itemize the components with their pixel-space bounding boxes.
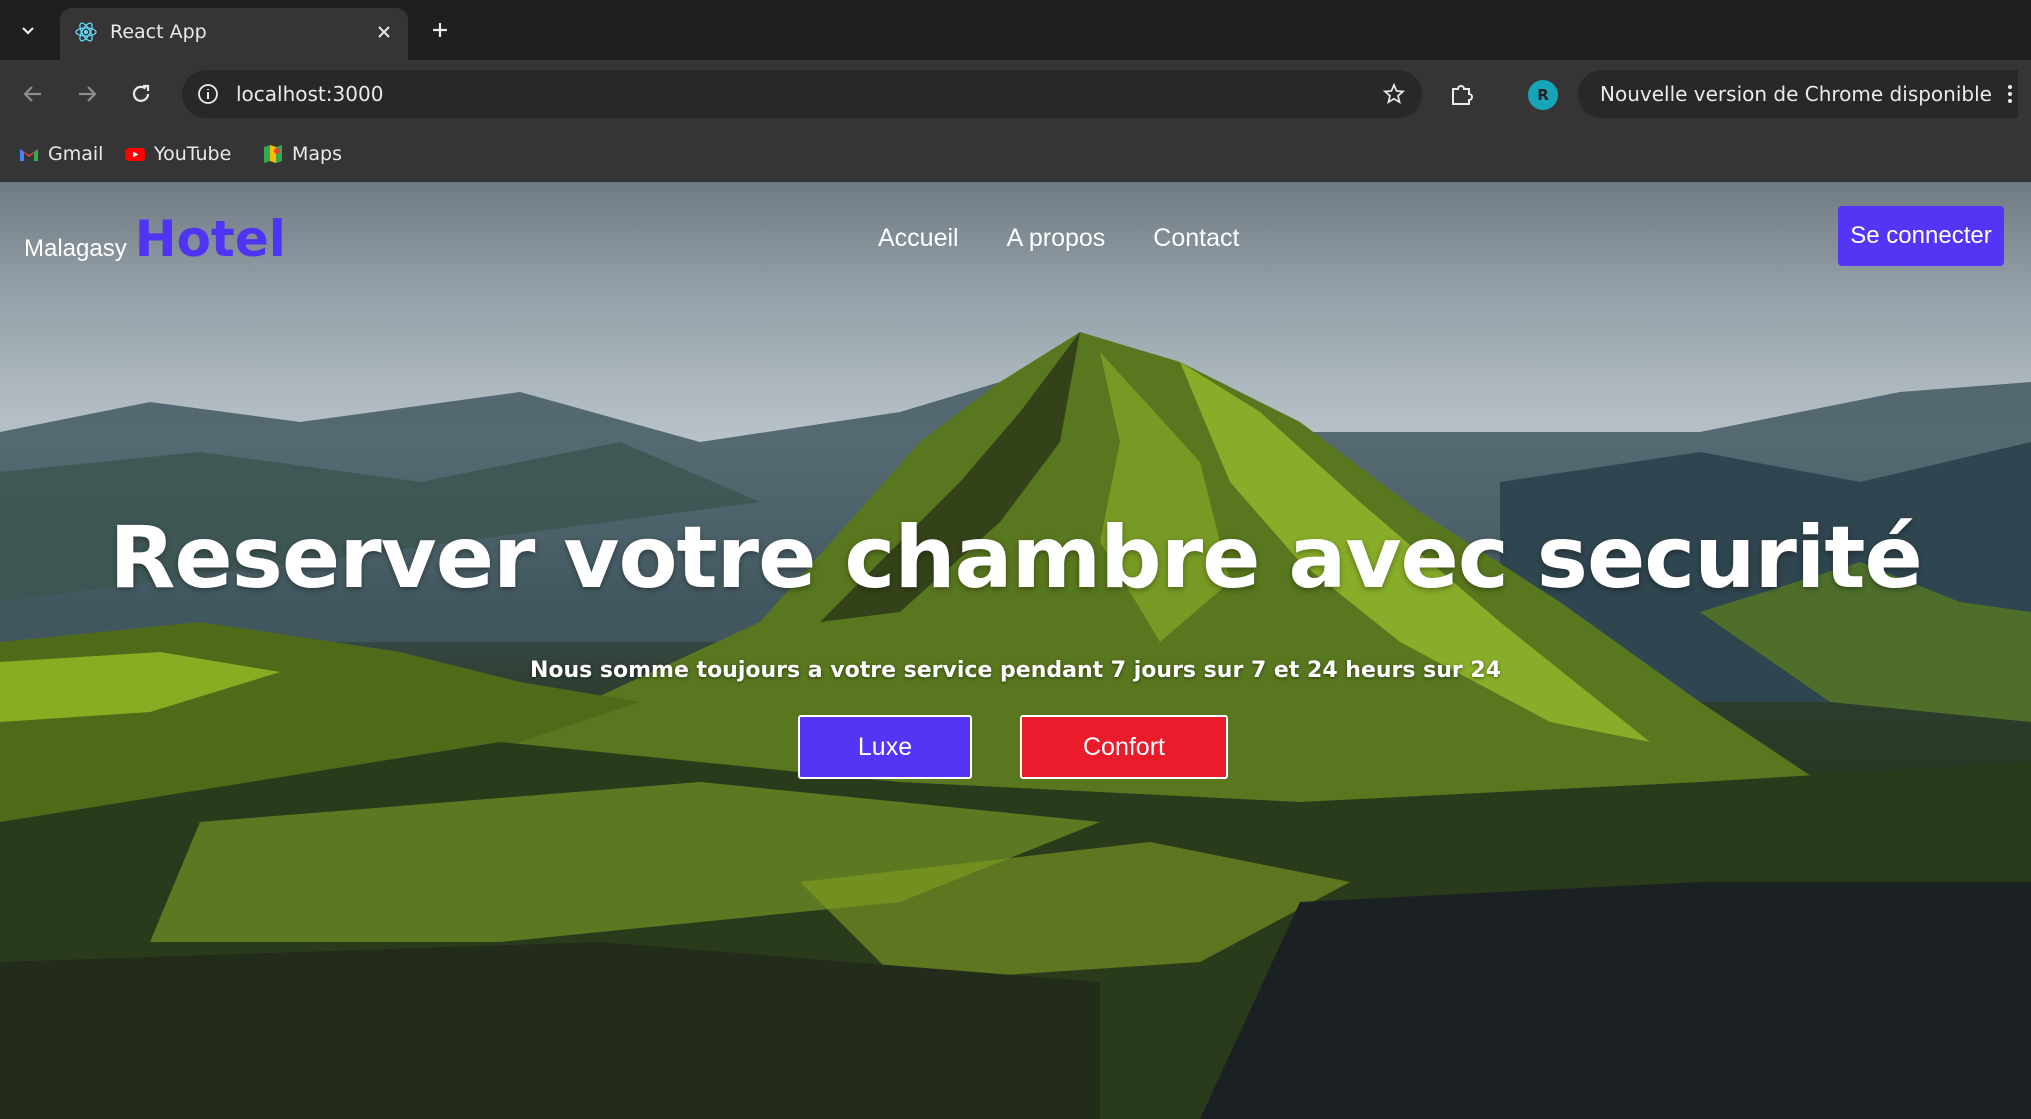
plus-icon [433,23,447,37]
react-icon [75,22,97,42]
update-text: Nouvelle version de Chrome disponible [1600,82,1992,106]
bookmarks-bar: Gmail YouTube Maps [0,128,2031,182]
bookmark-youtube[interactable]: YouTube [124,140,231,168]
nav-link-contact[interactable]: Contact [1153,224,1239,253]
url-text[interactable]: localhost:3000 [236,82,383,106]
bookmark-label: Maps [292,143,342,165]
address-bar[interactable]: localhost:3000 [182,70,1422,118]
tab-title: React App [110,21,207,43]
chrome-update-button[interactable]: Nouvelle version de Chrome disponible [1578,70,2018,118]
new-tab-button[interactable] [424,14,456,46]
nav-link-accueil[interactable]: Accueil [878,224,959,253]
site-logo[interactable]: Malagasy Hotel [24,210,286,268]
bookmark-maps[interactable]: Maps [262,140,342,168]
youtube-icon [125,148,145,161]
nav-link-a-propos[interactable]: A propos [1007,224,1106,253]
hero-background-image [0,332,2031,1119]
tab-search-button[interactable] [12,14,44,46]
close-tab-button[interactable] [372,20,396,44]
tab-strip: React App [0,0,2031,60]
arrow-left-icon [23,86,41,102]
reload-icon [132,84,150,102]
hero-subtitle: Nous somme toujours a votre service pend… [529,658,1502,683]
maps-icon [264,145,282,163]
bookmark-gmail[interactable]: Gmail [18,140,103,168]
hero-title: Reserver votre chambre avec securité [109,508,1923,608]
forward-button[interactable] [70,77,104,111]
chevron-down-icon [22,27,34,35]
info-icon[interactable] [196,82,220,106]
confort-button[interactable]: Confort [1020,715,1228,779]
more-vert-icon[interactable] [2006,82,2018,106]
luxe-button[interactable]: Luxe [798,715,972,779]
extensions-icon[interactable] [1448,80,1476,108]
web-page: Malagasy Hotel Accueil A propos Contact … [0,182,2031,1119]
arrow-right-icon [79,86,97,102]
close-icon [378,26,390,38]
bookmark-label: YouTube [154,143,232,165]
bookmark-star-icon[interactable] [1382,82,1406,106]
login-button[interactable]: Se connecter [1838,206,2004,266]
bookmark-label: Gmail [48,143,104,165]
browser-tab[interactable]: React App [60,8,408,60]
main-nav: Accueil A propos Contact [878,224,1239,253]
back-button[interactable] [16,77,50,111]
browser-toolbar: localhost:3000 R Nouvelle version de Chr… [0,60,2031,128]
reload-button[interactable] [124,77,158,111]
gmail-icon [20,149,38,161]
logo-title: Hotel [134,210,286,268]
logo-prefix: Malagasy [24,235,127,262]
profile-avatar[interactable]: R [1528,80,1558,110]
